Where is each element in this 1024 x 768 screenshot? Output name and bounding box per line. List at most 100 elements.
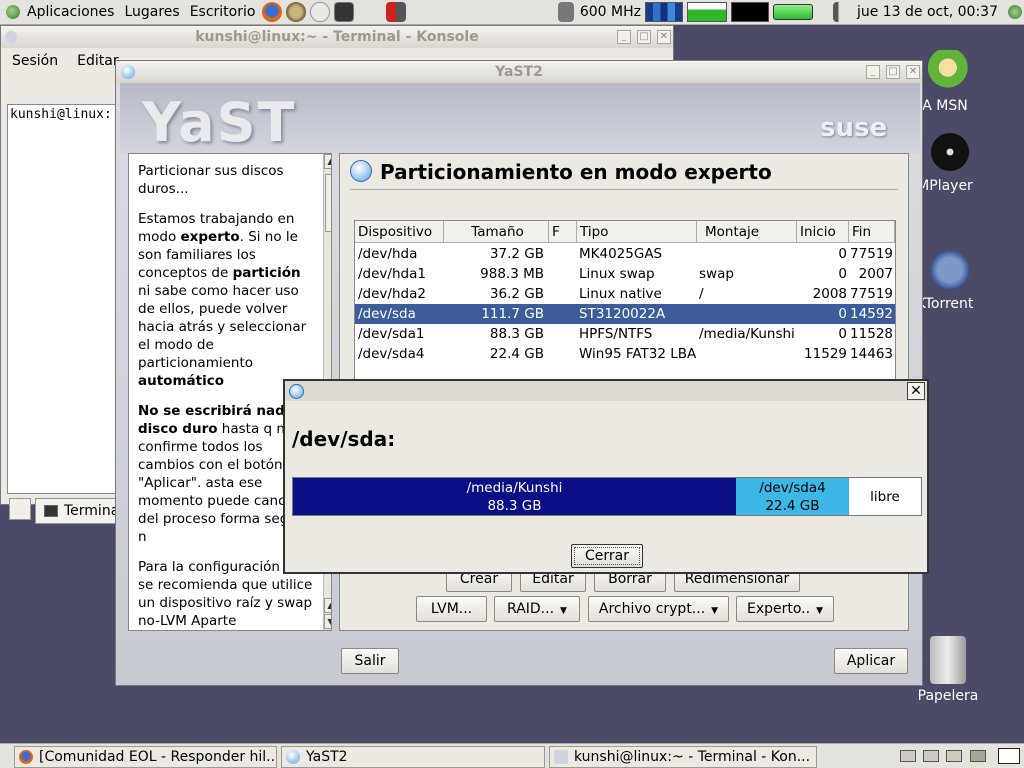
firefox-icon[interactable] (262, 2, 283, 22)
maximize-button[interactable]: □ (886, 65, 900, 79)
close-button[interactable]: ✕ (906, 65, 920, 79)
cell-size: 37.2 GB (489, 246, 544, 262)
gimp-icon[interactable] (286, 2, 307, 22)
scroll-up-arrow-icon[interactable]: ▲ (324, 598, 331, 613)
konsole-titlebar[interactable]: kunshi@linux:~ - Terminal - Konsole (1, 26, 673, 48)
table-row[interactable]: /dev/hda2 36.2 GB Linux native / 2008 77519 (355, 284, 895, 304)
show-desktop-icon[interactable] (998, 748, 1020, 764)
workspace-3[interactable] (946, 750, 962, 762)
cerrar-button[interactable]: Cerrar (571, 544, 643, 568)
cell-device: /dev/sda4 (358, 346, 425, 362)
partition-icon (350, 160, 372, 182)
cell-type: Win95 FAT32 LBA (579, 346, 697, 362)
terminal-prompt: kunshi@linux: (10, 107, 112, 122)
scroll-down-arrow-icon[interactable]: ▼ (324, 614, 331, 629)
terminal-area[interactable]: kunshi@linux: (7, 104, 117, 494)
table-row[interactable]: /dev/sda 111.7 GB ST3120022A 0 14592 (355, 304, 895, 324)
minimize-button[interactable]: _ (866, 65, 880, 79)
cell-flag (549, 324, 575, 344)
column-header-tipo[interactable]: Tipo (577, 221, 697, 243)
partition-table[interactable]: Dispositivo Tamaño F Tipo Montaje Inicio… (354, 220, 896, 380)
gnome-foot-icon[interactable] (6, 5, 20, 19)
workspace-2[interactable] (923, 750, 939, 762)
scrollbar-thumb[interactable] (325, 174, 331, 232)
top-panel: Aplicaciones Lugares Escritorio 600 MHz … (0, 0, 1024, 25)
new-tab-icon[interactable] (9, 498, 31, 520)
table-row[interactable]: /dev/hda1 988.3 MB Linux swap swap 0 2007 (355, 264, 895, 284)
terminal-tab-icon (44, 505, 58, 517)
workspace-1[interactable] (900, 750, 916, 762)
dropdown-arrow-icon: ▼ (711, 606, 719, 616)
taskbar-label: YaST2 (306, 749, 348, 765)
cell-mount (699, 244, 797, 264)
maximize-button[interactable]: □ (637, 30, 651, 44)
menu-lugares[interactable]: Lugares (119, 4, 184, 20)
column-header-f[interactable]: F (549, 221, 577, 243)
cell-flag (549, 264, 575, 284)
desktop-icon-mplayer[interactable]: MPlayer (917, 130, 980, 194)
dialog-titlebar[interactable]: ✕ (285, 381, 927, 401)
volume-icon[interactable] (832, 2, 847, 22)
dialog-icon (289, 384, 304, 399)
lvm-button[interactable]: LVM... (416, 596, 487, 622)
cell-device: /dev/sda1 (358, 326, 425, 342)
cell-start: 0 (838, 246, 847, 262)
taskbar-item-konsole[interactable]: kunshi@linux:~ - Terminal - Kon... (549, 746, 817, 768)
cpu-frequency: 600 MHz (579, 4, 641, 20)
archivo-crypt-button[interactable]: Archivo crypt... ▼ (588, 596, 729, 622)
tab-terminal[interactable]: Termina (35, 498, 119, 524)
konsole-icon (554, 750, 568, 764)
mplayer-icon (928, 130, 972, 174)
experto-button[interactable]: Experto.. ▼ (736, 596, 834, 622)
konsole-window-icon (5, 31, 17, 43)
desktop-icon-msn[interactable]: A MSN (920, 50, 980, 114)
cell-type: MK4025GAS (579, 246, 663, 262)
trash-icon (930, 636, 966, 684)
cell-type: HPFS/NTFS (579, 326, 653, 342)
cell-flag (549, 304, 575, 324)
cell-end: 77519 (850, 246, 893, 262)
cell-size: 36.2 GB (489, 286, 544, 302)
menu-escritorio[interactable]: Escritorio (185, 4, 261, 20)
user-switcher-icon[interactable] (1008, 5, 1022, 19)
cell-flag (549, 344, 575, 364)
table-header: Dispositivo Tamaño F Tipo Montaje Inicio… (355, 221, 895, 243)
cell-type: Linux native (579, 286, 662, 302)
raid-button[interactable]: RAID... ▼ (494, 596, 580, 622)
clock-app-icon[interactable] (310, 2, 331, 22)
salir-button[interactable]: Salir (341, 648, 399, 674)
clock[interactable]: jue 13 de oct, 00:37 (857, 4, 998, 20)
menu-aplicaciones[interactable]: Aplicaciones (22, 4, 119, 20)
yast-titlebar[interactable]: YaST2 (116, 61, 922, 83)
desktop-icon-ktorrent[interactable]: KTorrent (917, 248, 980, 312)
close-button[interactable]: ✕ (657, 30, 671, 44)
menu-sesion[interactable]: Sesión (1, 53, 66, 69)
cell-size: 111.7 GB (481, 306, 544, 322)
workspace-4[interactable] (970, 750, 986, 762)
network-graph (730, 2, 769, 22)
cell-mount: swap (699, 266, 734, 282)
column-header-fin[interactable]: Fin (849, 221, 895, 243)
bottom-panel: [Comunidad EOL - Responder hil... YaST2 … (0, 743, 1024, 768)
logout-icon[interactable] (386, 2, 407, 22)
taskbar-item-yast[interactable]: YaST2 (281, 746, 545, 768)
table-row[interactable]: /dev/sda4 22.4 GB Win95 FAT32 LBA 11529 1446… (355, 344, 895, 364)
column-header-dispositivo[interactable]: Dispositivo (355, 221, 444, 243)
column-header-montaje[interactable]: Montaje (697, 221, 797, 243)
table-row[interactable]: /dev/sda1 88.3 GB HPFS/NTFS/media/Kunshi 0 1… (355, 324, 895, 344)
scroll-up-arrow-icon[interactable]: ▲ (324, 154, 331, 169)
table-row[interactable]: /dev/hda 37.2 GB MK4025GAS 0 77519 (355, 244, 895, 264)
taskbar-item-firefox[interactable]: [Comunidad EOL - Responder hil... (14, 746, 277, 768)
dialog-close-icon[interactable]: ✕ (907, 382, 925, 400)
column-header-inicio[interactable]: Inicio (797, 221, 849, 243)
aplicar-button[interactable]: Aplicar (834, 648, 908, 674)
cell-flag (549, 284, 575, 304)
msn-icon (928, 50, 972, 94)
cell-mount: / (699, 286, 704, 302)
column-header-tamano[interactable]: Tamaño (444, 221, 549, 243)
dropdown-arrow-icon: ▼ (816, 606, 824, 616)
segment-mount: libre (870, 488, 900, 505)
minimize-button[interactable]: _ (617, 30, 631, 44)
help-paragraph: Particionar sus discos duros... (138, 163, 284, 197)
terminal-launcher-icon[interactable] (334, 2, 355, 22)
